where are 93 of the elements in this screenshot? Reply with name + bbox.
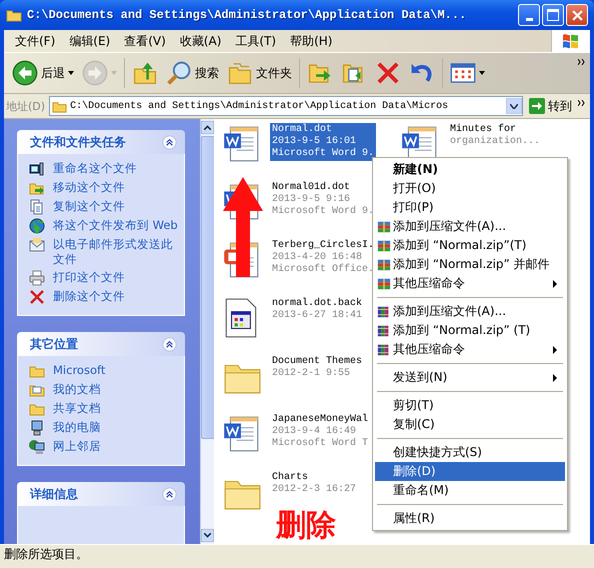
window-title: C:\Documents and Settings\Administrator\Application Data\M... [27,8,468,22]
task-link[interactable]: Microsoft [53,363,106,378]
file-label[interactable]: normal.dot.back 2013-6-27 18:41 [270,297,364,323]
address-label: 地址(D) [6,98,46,114]
pages-icon [29,199,45,215]
archive-icon [377,238,391,252]
file-label[interactable]: Normal01d.dot 2013-9-5 9:16 Microsoft Word 9. [270,181,376,219]
menu-item[interactable]: 其他压缩命令 [375,274,565,293]
globe-icon [29,218,45,234]
menu-item[interactable]: 查看(V) [117,30,173,52]
task-link[interactable]: 移动这个文件 [53,180,125,195]
menu-item[interactable]: 打开(O) [375,179,565,198]
collapse-icon [162,134,177,150]
minimize-button[interactable] [518,4,540,26]
dropdown-button[interactable] [506,98,522,114]
menu-item[interactable]: 添加到 “Normal.zip” (T) [375,321,565,340]
menu-item[interactable]: 文件(F) [8,30,62,52]
search-button[interactable]: 搜索 [162,56,223,90]
maximize-button[interactable] [542,4,564,26]
folder-up-icon [132,60,158,86]
collapse-icon [162,486,177,502]
chevron-icon [578,100,586,106]
dropdown-caret-icon [111,71,117,75]
task-link[interactable]: 复制这个文件 [53,199,125,214]
menu-item[interactable]: 添加到 “Normal.zip”(T) [375,236,565,255]
menu-item[interactable]: 收藏(A) [172,30,228,52]
task-link[interactable]: 我的电脑 [53,420,101,435]
menu-item[interactable]: 新建(N) [375,160,565,179]
menu-item[interactable]: 编辑(E) [62,30,118,52]
close-icon [572,10,582,20]
menu-item[interactable]: 创建快捷方式(S) [375,443,565,462]
task-link[interactable]: 以电子邮件形式发送此文件 [53,237,178,267]
menu-item[interactable]: 添加到压缩文件(A)... [375,302,565,321]
menu-item[interactable]: 其他压缩命令 [375,340,565,359]
scroll-up-icon [201,121,214,134]
printer-icon [29,270,45,286]
menu-item[interactable]: 属性(R) [375,509,565,528]
panel-header[interactable]: 文件和文件夹任务 [17,130,185,154]
file-label[interactable]: Minutes for organization... [448,123,542,149]
file-label[interactable]: Document Themes 2012-2-1 9:55 [270,355,364,381]
network-computers-icon [29,439,45,455]
archive-icon [377,220,391,234]
status-text: 删除所选项目。 [4,546,88,563]
folders-button[interactable]: 文件夹 [223,56,296,90]
books-icon [377,304,391,318]
submenu-arrow-icon [553,280,557,288]
menu-item[interactable]: 帮助(H) [283,30,340,52]
task-link[interactable]: 打印这个文件 [53,270,125,285]
cross-icon [29,289,45,305]
collapse-icon [162,336,177,352]
scroll-down-icon [201,529,214,542]
archive-icon [377,276,391,290]
menu-item[interactable]: 添加到 “Normal.zip” 并邮件 [375,255,565,274]
dropdown-caret-icon [479,71,485,75]
books-icon [377,342,391,356]
file-label[interactable]: Terberg_CirclesI. 2013-4-20 16:48 Microsoft Office. [270,239,376,277]
file-label[interactable]: JapaneseMoneyWal 2013-9-4 16:49 Microsoft Word T [270,413,370,451]
task-link[interactable]: 删除这个文件 [53,289,125,304]
task-link[interactable]: 重命名这个文件 [53,161,137,176]
computer-icon [29,420,45,436]
go-button[interactable]: 转到 [527,98,574,114]
envelope-icon [29,237,45,253]
search-icon [166,60,192,86]
file-label[interactable]: Charts 2012-2-3 16:27 [270,471,358,497]
panel-header[interactable]: 详细信息 [17,482,185,506]
delete-icon [375,60,401,86]
menu-item[interactable]: 复制(C) [375,415,565,434]
archive-icon [377,258,391,272]
panel-header[interactable]: 其它位置 [17,332,185,356]
task-link[interactable]: 共享文档 [53,401,101,416]
task-link[interactable]: 网上邻居 [53,439,101,454]
task-link[interactable]: 我的文档 [53,382,101,397]
chevron-icon [578,59,586,65]
submenu-arrow-icon [553,374,557,382]
task-link[interactable]: 将这个文件发布到 Web [53,218,178,233]
books-icon [377,324,391,338]
menu-item[interactable]: 发送到(N) [375,368,565,387]
annotation-label: 删除 [276,509,336,542]
menu-item[interactable]: 删除(D) [375,462,565,481]
scrollbar[interactable] [200,119,214,544]
file-label[interactable]: Normal.dot 2013-9-5 16:01 Microsoft Word 9. [270,123,376,161]
menu-item[interactable]: 打印(P) [375,198,565,217]
dropdown-caret-icon [68,71,74,75]
menu-item[interactable]: 添加到压缩文件(A)... [375,217,565,236]
back-arrow-button[interactable]: 后退 [8,56,78,90]
caret-icon [510,104,518,108]
submenu-arrow-icon [553,346,557,354]
menu-item[interactable]: 工具(T) [228,30,284,52]
close-button[interactable] [566,4,588,26]
scroll-thumb[interactable] [200,136,214,439]
menu-item[interactable]: 剪切(T) [375,396,565,415]
address-field[interactable]: C:\Documents and Settings\Administrator\Application Data\Micros [49,96,523,116]
menu-item[interactable]: 重命名(M) [375,481,565,500]
